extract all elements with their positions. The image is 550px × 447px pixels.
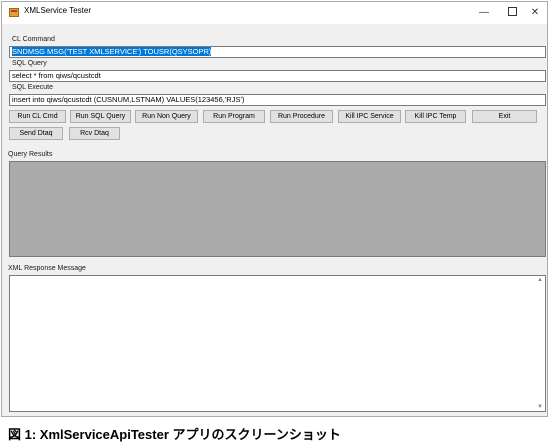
sql-query-input[interactable]: select * from qiws/qcustcdt <box>9 70 546 82</box>
run-procedure-button[interactable]: Run Procedure <box>270 110 333 123</box>
app-icon <box>9 8 19 17</box>
app-window: XMLService Tester — ✕ CL Command SNDMSG … <box>1 1 548 417</box>
rcv-dtaq-button[interactable]: Rcv Dtaq <box>69 127 120 140</box>
sql-execute-value: insert into qiws/qcustcdt (CUSNUM,LSTNAM… <box>12 95 245 104</box>
figure-caption: 図 1: XmlServiceApiTester アプリのスクリーンショット <box>8 427 341 442</box>
close-button[interactable]: ✕ <box>518 2 550 24</box>
run-program-button[interactable]: Run Program <box>203 110 265 123</box>
cl-command-value: SNDMSG MSG('TEST XMLSERVICE') TOUSR(QSYS… <box>12 47 212 56</box>
cl-command-label: CL Command <box>12 36 55 43</box>
sql-execute-input[interactable]: insert into qiws/qcustcdt (CUSNUM,LSTNAM… <box>9 94 546 106</box>
sql-query-value: select * from qiws/qcustcdt <box>12 71 101 80</box>
xml-response-label: XML Response Message <box>8 265 86 272</box>
query-results-grid[interactable] <box>9 161 546 257</box>
run-non-query-button[interactable]: Run Non Query <box>135 110 198 123</box>
send-dtaq-button[interactable]: Send Dtaq <box>9 127 63 140</box>
scroll-up-icon[interactable]: ▲ <box>537 277 543 283</box>
sql-execute-label: SQL Execute <box>12 84 53 91</box>
run-sql-query-button[interactable]: Run SQL Query <box>70 110 131 123</box>
cl-command-input[interactable]: SNDMSG MSG('TEST XMLSERVICE') TOUSR(QSYS… <box>9 46 546 58</box>
run-cl-cmd-button[interactable]: Run CL Cmd <box>9 110 66 123</box>
kill-ipc-service-button[interactable]: Kill IPC Service <box>338 110 401 123</box>
window-title: XMLService Tester <box>24 6 91 15</box>
xml-response-textarea[interactable]: ▲ ▼ <box>9 275 546 412</box>
maximize-icon <box>507 6 517 16</box>
kill-ipc-temp-button[interactable]: Kill IPC Temp <box>405 110 466 123</box>
query-results-label: Query Results <box>8 151 53 158</box>
title-bar[interactable]: XMLService Tester — ✕ <box>2 2 547 24</box>
exit-button[interactable]: Exit <box>472 110 537 123</box>
sql-query-label: SQL Query <box>12 60 47 67</box>
scroll-down-icon[interactable]: ▼ <box>537 404 543 410</box>
